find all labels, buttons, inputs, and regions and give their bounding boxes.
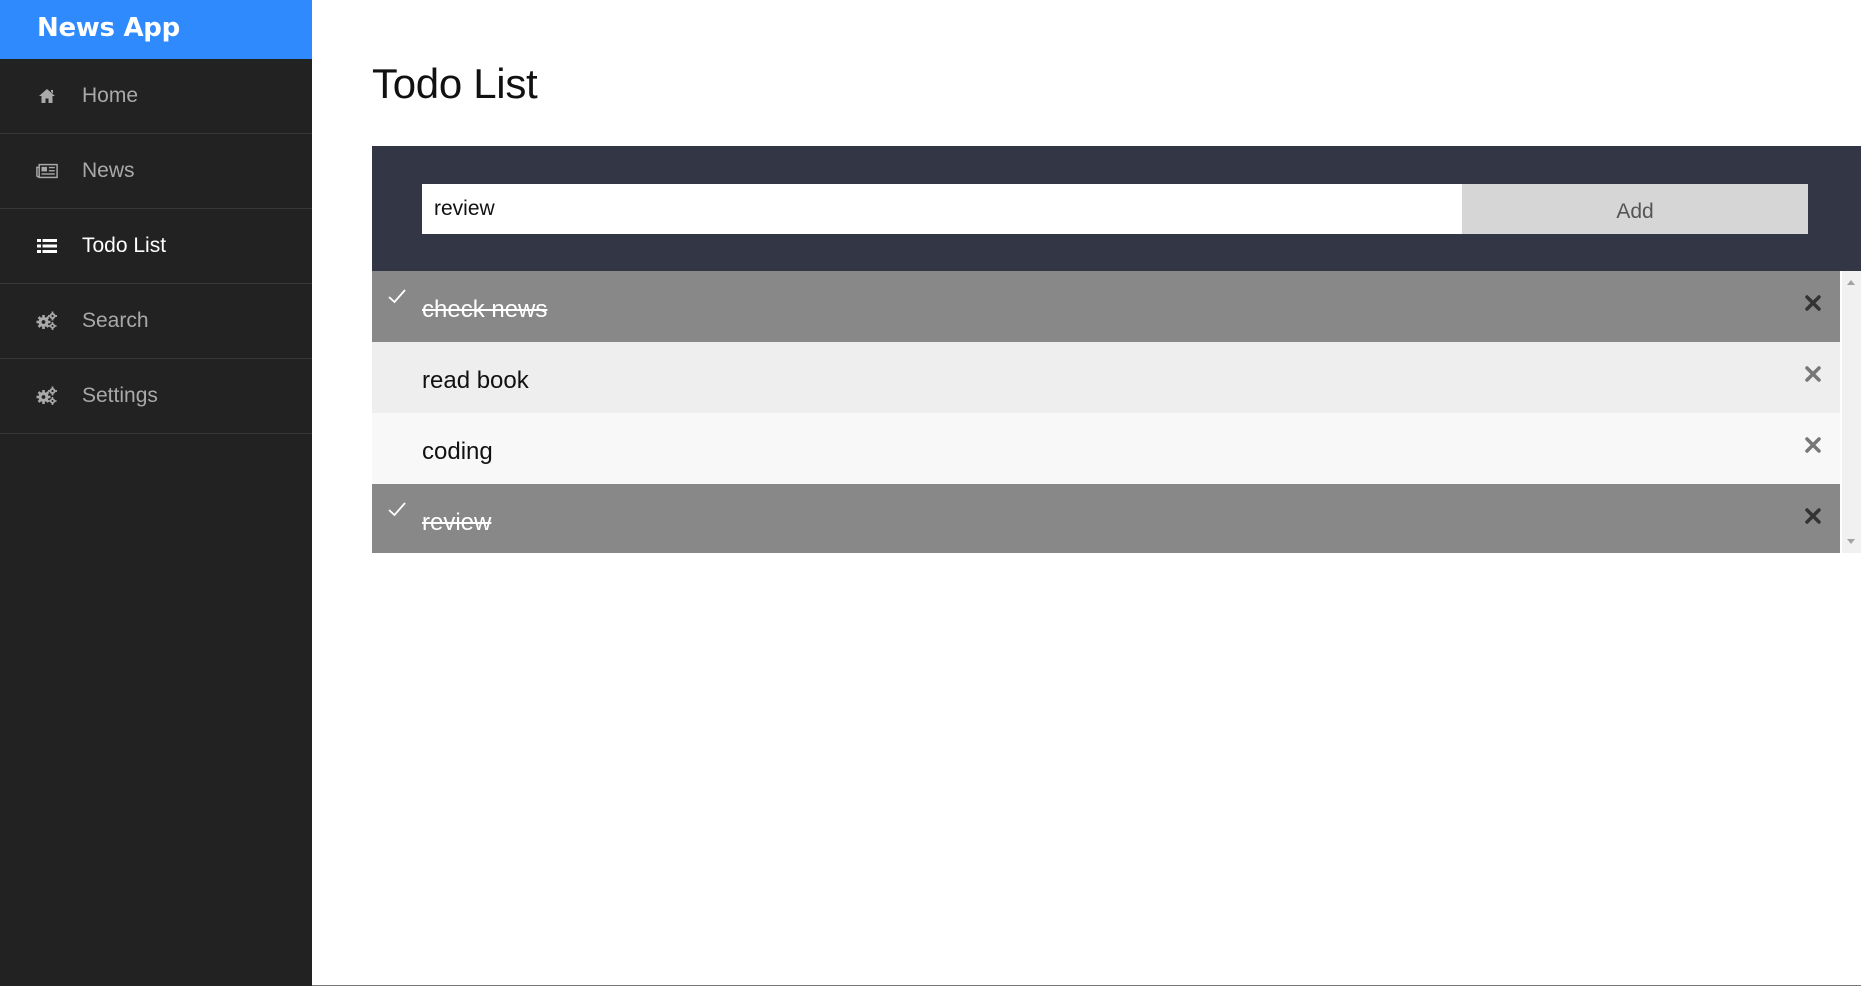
todo-text: check news — [422, 295, 548, 323]
todo-list-container[interactable]: check news read book coding review — [372, 271, 1861, 553]
todo-input-panel: Add — [372, 146, 1861, 271]
add-button[interactable]: Add — [1462, 184, 1808, 234]
todo-item[interactable]: coding — [372, 413, 1840, 484]
sidebar: News App Home News Todo List Search Sett… — [0, 0, 312, 986]
sidebar-item-todo-list[interactable]: Todo List — [0, 209, 312, 284]
sidebar-item-settings[interactable]: Settings — [0, 359, 312, 434]
close-icon[interactable] — [1804, 433, 1822, 453]
gears-icon — [36, 310, 58, 332]
sidebar-nav: Home News Todo List Search Settings — [0, 59, 312, 434]
todo-text: read book — [422, 366, 529, 394]
list-icon — [36, 235, 58, 257]
sidebar-item-label: Search — [82, 309, 149, 332]
brand-title[interactable]: News App — [0, 0, 312, 59]
list-scrollbar[interactable] — [1842, 271, 1861, 553]
todo-item[interactable]: read book — [372, 342, 1840, 413]
close-icon[interactable] — [1804, 362, 1822, 382]
check-icon — [387, 285, 407, 305]
scroll-up-arrow-icon[interactable] — [1847, 280, 1855, 285]
sidebar-item-label: Settings — [82, 384, 158, 407]
page-title: Todo List — [372, 60, 538, 107]
close-icon[interactable] — [1804, 291, 1822, 311]
todo-text: coding — [422, 437, 493, 465]
sidebar-item-label: Todo List — [82, 234, 167, 257]
check-icon — [387, 498, 407, 518]
gears-icon — [36, 385, 58, 407]
todo-item[interactable]: check news — [372, 271, 1840, 342]
todo-text: review — [422, 508, 492, 536]
todo-input[interactable] — [422, 184, 1462, 234]
home-icon — [36, 85, 58, 107]
scroll-down-arrow-icon[interactable] — [1847, 539, 1855, 544]
todo-item[interactable]: review — [372, 484, 1840, 553]
sidebar-item-label: Home — [82, 84, 139, 107]
sidebar-item-home[interactable]: Home — [0, 59, 312, 134]
sidebar-item-label: News — [82, 159, 135, 182]
sidebar-item-news[interactable]: News — [0, 134, 312, 209]
sidebar-item-search[interactable]: Search — [0, 284, 312, 359]
close-icon[interactable] — [1804, 504, 1822, 524]
todo-list: check news read book coding review — [372, 271, 1840, 553]
app-root: News App Home News Todo List Search Sett… — [0, 0, 1861, 986]
newspaper-icon — [36, 160, 58, 182]
main-content: Todo List Add check news read book — [312, 0, 1861, 986]
